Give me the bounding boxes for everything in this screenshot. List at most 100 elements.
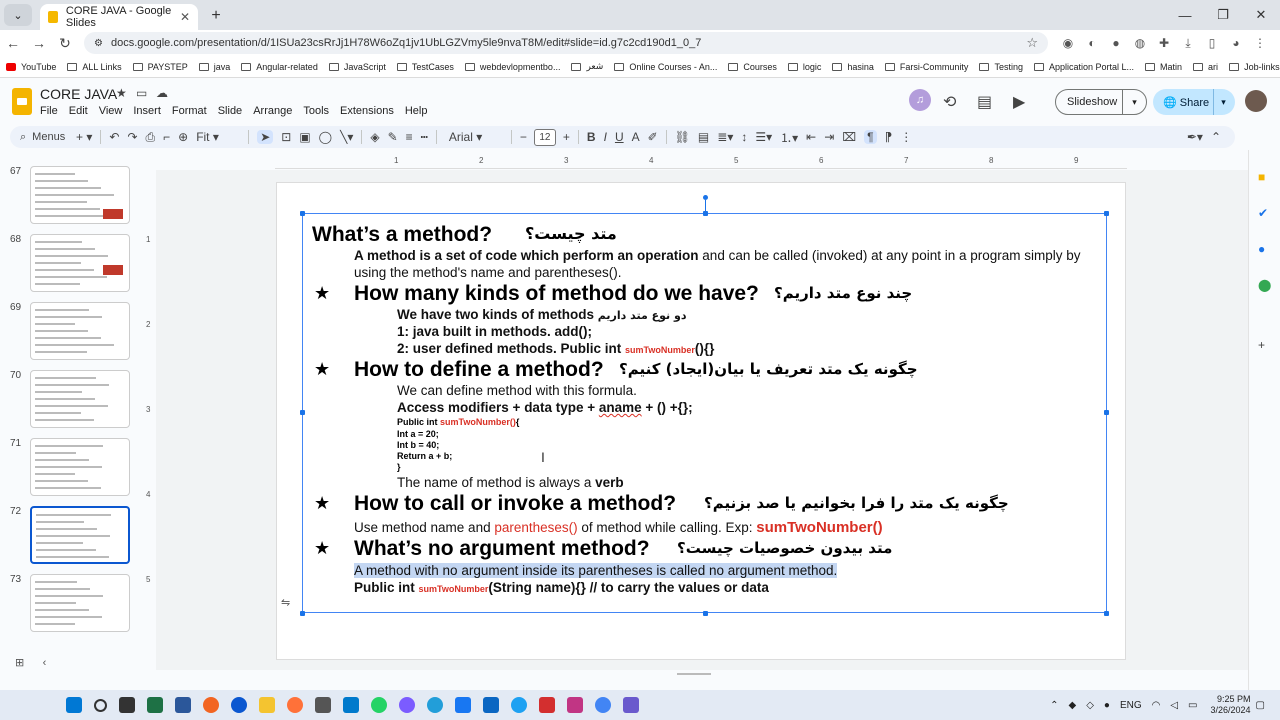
image-icon[interactable]: ▣ — [299, 130, 310, 144]
menu-item[interactable]: Help — [405, 105, 428, 117]
fill-color-icon[interactable]: ◈ — [370, 130, 379, 144]
comment-icon[interactable]: ▤ — [698, 130, 709, 144]
app-icon[interactable] — [315, 697, 331, 713]
battery-icon[interactable]: ▭ — [1188, 700, 1197, 711]
menu-item[interactable]: Insert — [133, 105, 161, 117]
collaborator-avatar[interactable]: ♫ — [909, 89, 931, 111]
bookmark-item[interactable]: ari — [1193, 62, 1218, 72]
numbered-list-icon[interactable]: ⒈▾ — [780, 129, 798, 146]
bookmark-item[interactable]: PAYSTEP — [132, 62, 188, 72]
vertical-ruler[interactable]: 1 2 3 4 5 — [144, 180, 156, 650]
close-window-icon[interactable]: ✕ — [1242, 7, 1280, 23]
thumbnail-preview[interactable] — [30, 506, 130, 564]
bookmark-item[interactable]: Angular-related — [241, 62, 318, 72]
bookmark-item[interactable]: Courses — [728, 62, 777, 72]
paint-format-icon[interactable]: ⌐ — [163, 130, 170, 144]
menu-item[interactable]: Slide — [218, 105, 242, 117]
comments-icon[interactable]: ▤ — [977, 92, 992, 112]
file-explorer-icon[interactable] — [259, 697, 275, 713]
tray-app-icon[interactable]: ◇ — [1086, 700, 1094, 711]
bookmark-item[interactable]: java — [198, 62, 230, 72]
profile-icon[interactable]: ◕ — [1224, 36, 1248, 51]
url-field[interactable]: ⚙ docs.google.com/presentation/d/1ISUa23… — [84, 32, 1048, 54]
instagram-icon[interactable] — [567, 697, 583, 713]
meet-icon[interactable]: ▶ — [1013, 92, 1025, 112]
grid-view-icon[interactable]: ⊞ — [15, 657, 24, 669]
chrome-icon[interactable] — [595, 697, 611, 713]
line-icon[interactable]: ╲▾ — [340, 130, 353, 144]
border-color-icon[interactable]: ✎ — [388, 130, 398, 144]
download-icon[interactable]: ⤓ — [1176, 36, 1200, 51]
hide-ruler-icon[interactable]: ⇋ — [281, 596, 290, 609]
select-cursor-icon[interactable]: ➤ — [257, 130, 274, 144]
menu-item[interactable]: Extensions — [340, 105, 394, 117]
maximize-icon[interactable]: ❐ — [1204, 7, 1242, 23]
tab-close-icon[interactable]: ✕ — [180, 10, 190, 24]
thumbnail-preview[interactable] — [30, 438, 130, 496]
zoom-select[interactable]: Fit ▾ — [196, 130, 240, 144]
bookmark-item[interactable]: webdevlopmentbo... — [464, 62, 560, 72]
highlight-icon[interactable]: ✐ — [648, 130, 658, 144]
chevron-down-icon[interactable]: ▾ — [1213, 89, 1233, 115]
whatsapp-icon[interactable] — [371, 697, 387, 713]
bookmark-item[interactable]: Testing — [979, 62, 1023, 72]
tasks-icon[interactable]: ✔ — [1258, 206, 1268, 220]
thumbnail-preview[interactable] — [30, 302, 130, 360]
twitter-icon[interactable] — [511, 697, 527, 713]
keep-icon[interactable]: ■ — [1258, 170, 1265, 184]
word-icon[interactable] — [175, 697, 191, 713]
bookmark-item[interactable]: YouTube — [6, 62, 56, 72]
bookmark-item[interactable]: TestCases — [396, 62, 454, 72]
underline-icon[interactable]: U — [615, 130, 624, 144]
acrobat-icon[interactable] — [539, 697, 555, 713]
maps-icon[interactable]: ⬤ — [1258, 278, 1271, 292]
pen-icon[interactable]: ✒▾ — [1187, 130, 1203, 144]
tray-app-icon[interactable]: ● — [1104, 700, 1110, 711]
messenger-icon[interactable] — [399, 697, 415, 713]
more-icon[interactable]: ⋮ — [900, 130, 912, 144]
document-title[interactable]: CORE JAVA — [40, 86, 117, 102]
border-dash-icon[interactable]: ┅ — [421, 130, 428, 144]
clock[interactable]: 9:25 PM 3/26/2024 — [1211, 694, 1251, 716]
search-icon[interactable] — [94, 698, 107, 712]
back-icon[interactable]: ← — [0, 35, 26, 51]
language-indicator[interactable]: ENG — [1120, 700, 1142, 711]
bookmark-item[interactable]: Farsi-Community — [884, 62, 968, 72]
link-icon[interactable]: ⛓ — [675, 130, 690, 144]
tab-search-button[interactable]: ⌄ — [4, 4, 32, 26]
horizontal-ruler[interactable]: 1 2 3 4 5 6 7 8 9 — [275, 155, 1127, 169]
sidepanel-icon[interactable]: ▯ — [1200, 36, 1224, 51]
ltr-icon[interactable]: ¶ — [864, 130, 877, 144]
vscode-icon[interactable] — [343, 697, 359, 713]
menu-item[interactable]: File — [40, 105, 58, 117]
linkedin-icon[interactable] — [483, 697, 499, 713]
extension-icon[interactable]: ● — [1104, 36, 1128, 51]
new-slide-icon[interactable]: + ▾ — [76, 130, 92, 144]
menu-item[interactable]: View — [99, 105, 123, 117]
text-box-icon[interactable]: ⊡ — [281, 130, 291, 144]
reload-icon[interactable]: ↻ — [52, 35, 78, 52]
contacts-icon[interactable]: ● — [1258, 242, 1265, 256]
chevron-up-icon[interactable]: ⌃ — [1050, 700, 1058, 711]
menu-item[interactable]: Tools — [303, 105, 329, 117]
menus-search[interactable]: ⌕ Menus — [10, 131, 72, 144]
puzzle-extensions-icon[interactable]: ✚ — [1152, 36, 1176, 51]
menu-item[interactable]: Edit — [69, 105, 88, 117]
cloud-saved-icon[interactable]: ☁ — [156, 86, 168, 100]
font-size-input[interactable]: 12 — [533, 128, 556, 146]
bookmark-item[interactable]: hasina — [832, 62, 874, 72]
slides-logo-icon[interactable] — [12, 88, 32, 115]
chrome-menu-icon[interactable]: ⋮ — [1248, 36, 1272, 51]
extension-icon[interactable]: ◉ — [1056, 36, 1080, 51]
forward-icon[interactable]: → — [26, 35, 52, 51]
windows-start-icon[interactable] — [66, 697, 82, 713]
task-view-icon[interactable] — [119, 697, 135, 713]
undo-icon[interactable]: ↶ — [109, 130, 119, 144]
telegram-icon[interactable] — [427, 697, 443, 713]
app-icon[interactable] — [623, 697, 639, 713]
bookmark-item[interactable]: Online Courses - An... — [614, 62, 717, 72]
volume-icon[interactable]: ◁ — [1170, 700, 1178, 711]
decrease-indent-icon[interactable]: ⇤ — [806, 130, 816, 144]
app-icon[interactable] — [203, 697, 219, 713]
bookmark-item[interactable]: ALL Links — [67, 62, 122, 72]
